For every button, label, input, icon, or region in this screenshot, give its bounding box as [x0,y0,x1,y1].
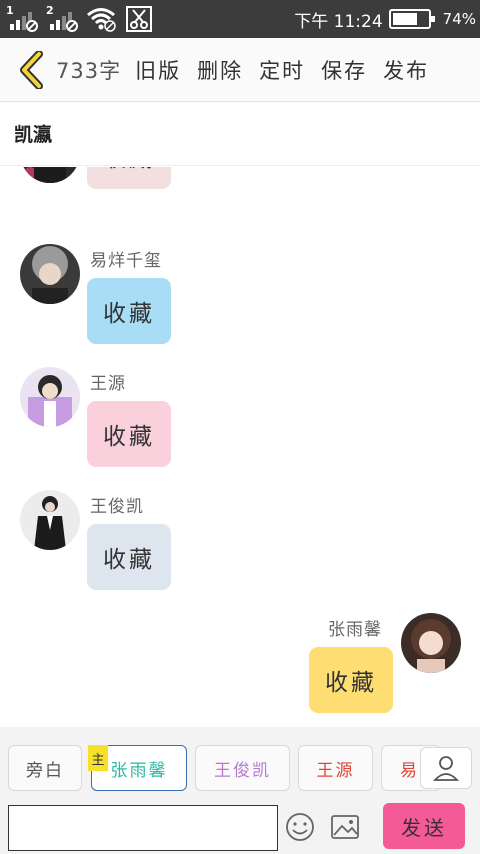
publish-button[interactable]: 发布 [383,55,429,85]
old-version-button[interactable]: 旧版 [135,55,181,85]
message-input[interactable] [8,805,278,851]
screenshot-tool-icon [126,6,152,32]
wifi-icon [86,6,116,32]
role-wang-junkai[interactable]: 王俊凯 [195,745,290,791]
schedule-button[interactable]: 定时 [259,55,305,85]
avatar[interactable] [401,613,461,673]
message-bubble[interactable]: 收藏 [309,647,393,713]
sender-name: 易烊千玺 [90,251,162,271]
chat-list[interactable]: 收藏 易烊千玺 收藏 王源 收藏 [0,167,480,727]
sender-name: 张雨馨 [328,620,382,640]
story-title-row[interactable]: 凯瀛 [0,102,480,166]
role-wang-yuan[interactable]: 王源 [298,745,373,791]
avatar[interactable] [20,367,80,427]
role-narrator[interactable]: 旁白 [8,745,82,791]
delete-button[interactable]: 删除 [197,55,243,85]
avatar[interactable] [20,490,80,550]
sim1-signal-icon: 1 [6,4,38,32]
image-button[interactable] [330,813,360,841]
character-manage-button[interactable] [420,747,472,789]
word-count: 733字 [56,58,122,83]
status-bar: 1 2 下午 11:24 74% [0,0,480,38]
image-icon [331,815,359,839]
sim2-signal-icon: 2 [46,4,78,32]
sender-name: 王源 [90,374,126,394]
sender-name: 王俊凯 [90,497,144,517]
battery-percent: 74% [442,10,476,28]
smiley-icon [286,813,314,841]
input-bar: 发送 [0,797,480,854]
editor-toolbar: 733字 旧版 删除 定时 保存 发布 [0,38,480,102]
avatar[interactable] [20,167,80,183]
chevron-left-icon [20,50,43,89]
person-icon [433,756,459,781]
avatar[interactable] [20,244,80,304]
back-button[interactable] [10,48,54,92]
clock: 下午 11:24 [294,11,383,32]
main-character-badge: 主 [88,745,108,771]
message-bubble[interactable]: 收藏 [87,167,171,189]
story-title: 凯瀛 [14,124,53,146]
battery-icon [388,9,435,29]
message-bubble[interactable]: 收藏 [87,278,171,344]
emoji-button[interactable] [284,811,316,843]
save-button[interactable]: 保存 [321,55,367,85]
message-bubble[interactable]: 收藏 [87,524,171,590]
message-bubble[interactable]: 收藏 [87,401,171,467]
send-button[interactable]: 发送 [383,803,465,849]
role-selector-bar: 旁白 张雨馨 王俊凯 王源 易 [0,727,480,807]
